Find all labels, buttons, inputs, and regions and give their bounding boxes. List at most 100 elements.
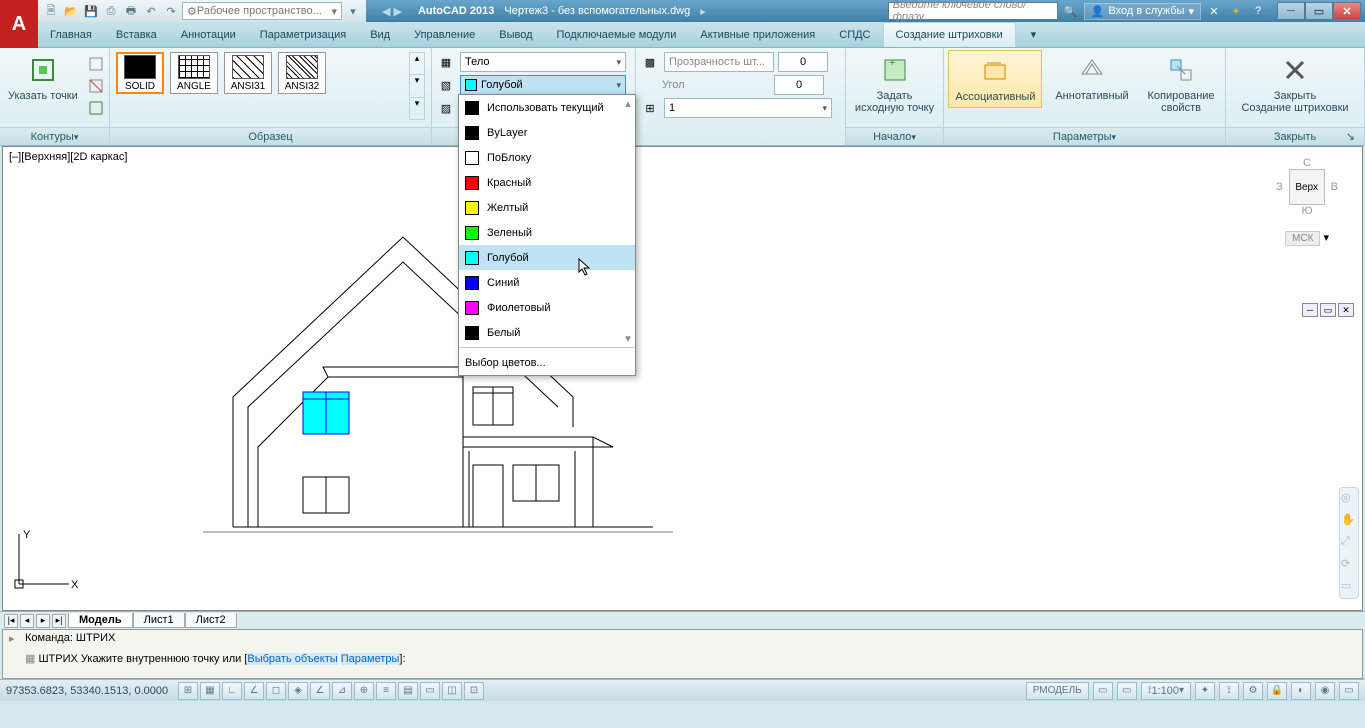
- 3dosnap-toggle[interactable]: ◈: [288, 682, 308, 700]
- view-cube[interactable]: С З Верх В Ю МСК ▾: [1267, 157, 1347, 287]
- tab-Вывод[interactable]: Вывод: [487, 22, 544, 47]
- tab-Параметризация[interactable]: Параметризация: [248, 22, 358, 47]
- set-origin-button[interactable]: + Задать исходную точку: [849, 50, 940, 118]
- tab-Подключаемые модули[interactable]: Подключаемые модули: [545, 22, 689, 47]
- search-input[interactable]: Введите ключевое слово/фразу: [888, 2, 1058, 20]
- isolate-objects-icon[interactable]: ◉: [1315, 682, 1335, 700]
- minimize-button[interactable]: ─: [1277, 2, 1305, 20]
- orbit-icon[interactable]: ⟳: [1341, 557, 1357, 573]
- dyn-toggle[interactable]: ⊕: [354, 682, 374, 700]
- color-option-8[interactable]: Фиолетовый: [459, 295, 635, 320]
- app-menu-button[interactable]: A: [0, 0, 38, 48]
- sc-toggle[interactable]: ◫: [442, 682, 462, 700]
- tab-extra[interactable]: ▾: [1016, 22, 1052, 47]
- qat-more-icon[interactable]: ▾: [344, 2, 362, 20]
- anno-autoscale-icon[interactable]: ⟟: [1219, 682, 1239, 700]
- command-line[interactable]: ▸ Команда: ШТРИХ ▦ ШТРИХ Укажите внутрен…: [2, 629, 1363, 679]
- drawing-canvas[interactable]: [–][Верхняя][2D каркас] ─ ▭ ✕: [2, 146, 1363, 611]
- transparency-combo[interactable]: Прозрачность шт...: [664, 52, 774, 72]
- close-button[interactable]: ✕: [1333, 2, 1361, 20]
- signin-button[interactable]: 👤 Вход в службы ▾: [1084, 3, 1201, 20]
- workspace-selector[interactable]: ⚙ Рабочее пространство...▾: [182, 2, 342, 20]
- remove-boundary-icon[interactable]: [86, 76, 106, 96]
- color-option-0[interactable]: Использовать текущий: [459, 95, 635, 120]
- layout-tab-Модель[interactable]: Модель: [68, 613, 133, 628]
- ducs-toggle[interactable]: ⊿: [332, 682, 352, 700]
- layout-tab-Лист1[interactable]: Лист1: [133, 613, 185, 628]
- color-option-5[interactable]: Зеленый: [459, 220, 635, 245]
- hatch-pattern-ANSI31[interactable]: ANSI31: [224, 52, 272, 94]
- quickview-drawings-icon[interactable]: ▭: [1117, 682, 1137, 700]
- scale-value[interactable]: 1▾: [664, 98, 832, 118]
- osnap-toggle[interactable]: ◻: [266, 682, 286, 700]
- vp-minimize-icon[interactable]: ─: [1302, 303, 1318, 317]
- close-hatch-button[interactable]: Закрыть Создание штриховки: [1235, 50, 1354, 118]
- annotative-button[interactable]: Аннотативный: [1049, 50, 1134, 106]
- snap-toggle[interactable]: ⊞: [178, 682, 198, 700]
- color-option-4[interactable]: Желтый: [459, 195, 635, 220]
- associative-button[interactable]: Ассоциативный: [948, 50, 1042, 108]
- plot-icon[interactable]: 🖶: [122, 2, 140, 20]
- tab-Управление[interactable]: Управление: [402, 22, 487, 47]
- tab-prev-icon[interactable]: ◂: [20, 614, 34, 628]
- save-icon[interactable]: 💾: [82, 2, 100, 20]
- pattern-scroll[interactable]: ▴▾▾: [409, 52, 425, 120]
- vp-close-icon[interactable]: ✕: [1338, 303, 1354, 317]
- cmd-option-select[interactable]: Выбрать объекты: [247, 653, 337, 665]
- search-icon[interactable]: 🔍: [1062, 2, 1080, 20]
- redo-icon[interactable]: ↷: [162, 2, 180, 20]
- pick-points-button[interactable]: Указать точки: [2, 50, 84, 106]
- open-icon[interactable]: 📂: [62, 2, 80, 20]
- match-props-button[interactable]: Копирование свойств: [1142, 50, 1221, 118]
- tab-Создание штриховки[interactable]: Создание штриховки: [883, 22, 1016, 47]
- tab-first-icon[interactable]: |◂: [4, 614, 18, 628]
- more-colors-option[interactable]: Выбор цветов...: [459, 350, 635, 375]
- color-option-3[interactable]: Красный: [459, 170, 635, 195]
- tab-last-icon[interactable]: ▸|: [52, 614, 66, 628]
- angle-value[interactable]: 0: [774, 75, 824, 95]
- hardware-accel-icon[interactable]: ◐: [1291, 682, 1311, 700]
- color-option-1[interactable]: ByLayer: [459, 120, 635, 145]
- grid-toggle[interactable]: ▦: [200, 682, 220, 700]
- polar-toggle[interactable]: ∠: [244, 682, 264, 700]
- zoom-extents-icon[interactable]: ⤢: [1341, 535, 1357, 551]
- quickview-layouts-icon[interactable]: ▭: [1093, 682, 1113, 700]
- tab-Аннотации[interactable]: Аннотации: [169, 22, 248, 47]
- help-icon[interactable]: ?: [1249, 2, 1267, 20]
- tpy-toggle[interactable]: ▤: [398, 682, 418, 700]
- tab-next-icon[interactable]: ▸: [36, 614, 50, 628]
- lwt-toggle[interactable]: ≡: [376, 682, 396, 700]
- new-icon[interactable]: 🗎: [42, 2, 60, 20]
- viewport-label[interactable]: [–][Верхняя][2D каркас]: [9, 151, 127, 163]
- hatch-pattern-SOLID[interactable]: SOLID: [116, 52, 164, 94]
- workspace-switch-icon[interactable]: ⚙: [1243, 682, 1263, 700]
- clean-screen-icon[interactable]: ▭: [1339, 682, 1359, 700]
- pan-icon[interactable]: ✋: [1341, 513, 1357, 529]
- qp-toggle[interactable]: ▭: [420, 682, 440, 700]
- showmotion-icon[interactable]: ▭: [1341, 579, 1357, 595]
- toolbar-lock-icon[interactable]: 🔒: [1267, 682, 1287, 700]
- transparency-value[interactable]: 0: [778, 52, 828, 72]
- tab-Активные приложения[interactable]: Активные приложения: [688, 22, 827, 47]
- coordinates[interactable]: 97353.6823, 53340.1513, 0.0000: [6, 685, 176, 697]
- color-option-2[interactable]: ПоБлоку: [459, 145, 635, 170]
- vp-maximize-icon[interactable]: ▭: [1320, 303, 1336, 317]
- undo-icon[interactable]: ↶: [142, 2, 160, 20]
- tab-Главная[interactable]: Главная: [38, 22, 104, 47]
- otrack-toggle[interactable]: ∠: [310, 682, 330, 700]
- saveas-icon[interactable]: ⎙: [102, 2, 120, 20]
- maximize-button[interactable]: ▭: [1305, 2, 1333, 20]
- tab-СПДС[interactable]: СПДС: [827, 22, 882, 47]
- select-objects-icon[interactable]: [86, 54, 106, 74]
- anno-visibility-icon[interactable]: ✦: [1195, 682, 1215, 700]
- am-toggle[interactable]: ⊡: [464, 682, 484, 700]
- tab-Вставка[interactable]: Вставка: [104, 22, 169, 47]
- steering-wheel-icon[interactable]: ◎: [1341, 491, 1357, 507]
- layout-tab-Лист2[interactable]: Лист2: [185, 613, 237, 628]
- model-space-button[interactable]: РМОДЕЛЬ: [1026, 682, 1089, 700]
- cmd-option-params[interactable]: Параметры: [341, 653, 400, 665]
- ortho-toggle[interactable]: ∟: [222, 682, 242, 700]
- color-option-7[interactable]: Синий: [459, 270, 635, 295]
- color-option-9[interactable]: Белый: [459, 320, 635, 345]
- recreate-boundary-icon[interactable]: [86, 98, 106, 118]
